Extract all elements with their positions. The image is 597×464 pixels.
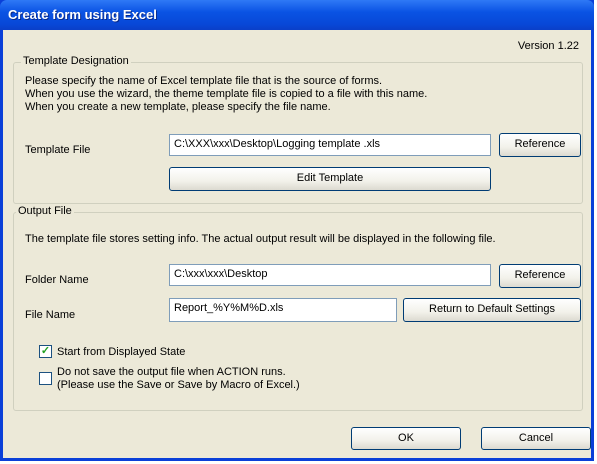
cancel-button[interactable]: Cancel (481, 427, 591, 450)
window-title: Create form using Excel (8, 7, 157, 22)
folder-reference-button[interactable]: Reference (499, 264, 581, 288)
template-description-line-3: When you create a new template, please s… (25, 101, 331, 113)
folder-name-field[interactable]: C:\xxx\xxx\Desktop (169, 264, 491, 286)
version-label: Version 1.22 (517, 40, 579, 52)
dialog-window: Create form using Excel Version 1.22 Tem… (0, 0, 594, 461)
template-reference-button[interactable]: Reference (499, 133, 581, 157)
dialog-client-area: Version 1.22 Template Designation Please… (3, 30, 591, 458)
template-file-field[interactable]: C:\XXX\xxx\Desktop\Logging template .xls (169, 134, 491, 156)
do-not-save-checkbox[interactable] (39, 372, 52, 385)
folder-name-label: Folder Name (25, 274, 89, 286)
file-name-field[interactable]: Report_%Y%M%D.xls (169, 298, 397, 322)
template-description-line-1: Please specify the name of Excel templat… (25, 75, 383, 87)
file-name-label: File Name (25, 309, 76, 321)
template-file-label: Template File (25, 144, 91, 156)
template-description-line-2: When you use the wizard, the theme templ… (25, 88, 428, 100)
return-to-default-button[interactable]: Return to Default Settings (403, 298, 581, 322)
template-designation-legend: Template Designation (21, 55, 131, 67)
ok-button[interactable]: OK (351, 427, 461, 450)
start-displayed-checkbox[interactable]: ✓ (39, 345, 52, 358)
output-file-legend: Output File (16, 205, 74, 217)
title-bar[interactable]: Create form using Excel (0, 0, 594, 30)
start-displayed-label[interactable]: Start from Displayed State (57, 346, 185, 359)
checkmark-icon: ✓ (40, 345, 51, 357)
edit-template-button[interactable]: Edit Template (169, 167, 491, 191)
do-not-save-label-line-2[interactable]: (Please use the Save or Save by Macro of… (57, 379, 300, 392)
output-description: The template file stores setting info. T… (25, 233, 496, 245)
do-not-save-label-line-1[interactable]: Do not save the output file when ACTION … (57, 366, 286, 379)
